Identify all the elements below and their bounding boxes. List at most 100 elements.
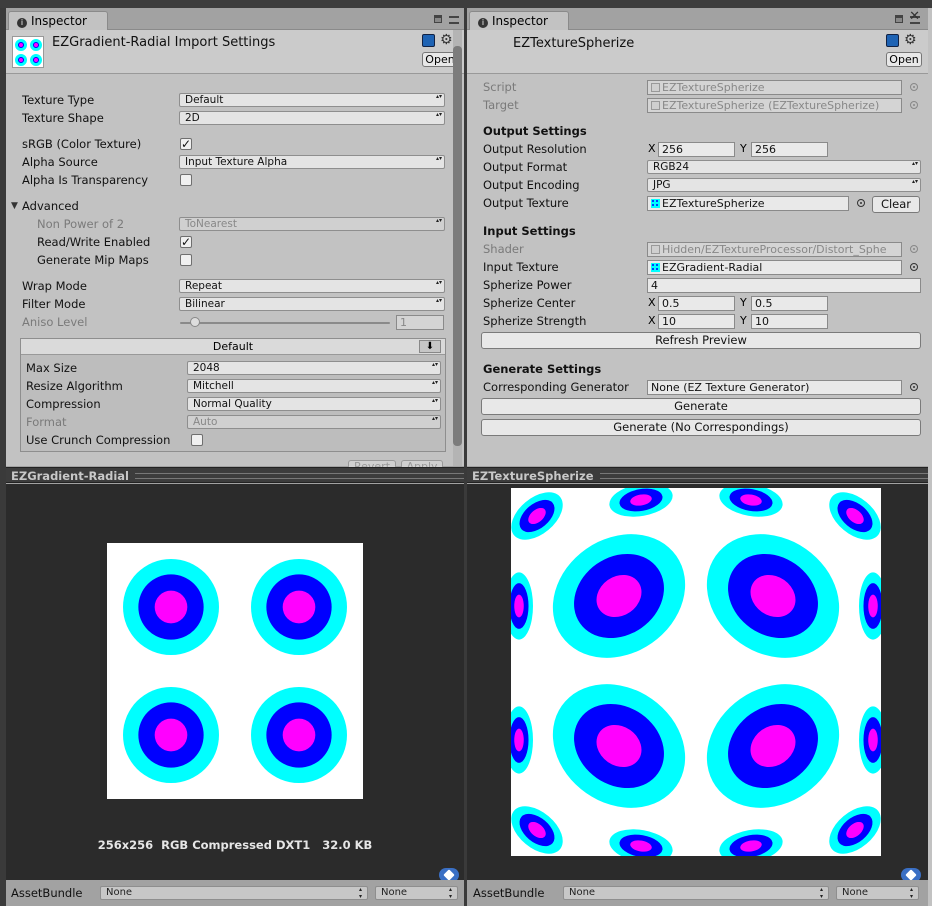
texture-type-dropdown[interactable]: Default	[179, 93, 445, 107]
spherize-center-x-input[interactable]: 0.5	[658, 296, 735, 311]
corresponding-generator-field[interactable]: None (EZ Texture Generator)	[647, 380, 902, 395]
generate-no-correspondings-button[interactable]: Generate (No Correspondings)	[481, 419, 921, 436]
ring-inner	[868, 594, 878, 618]
spherize-center-y-input[interactable]: 0.5	[751, 296, 828, 311]
refresh-preview-button[interactable]: Refresh Preview	[481, 332, 921, 349]
target-value: EZTextureSpherize (EZTextureSpherize)	[662, 99, 880, 112]
output-texture-field[interactable]: EZTextureSpherize	[647, 196, 849, 211]
left-inspector-tab[interactable]: i Inspector	[8, 11, 108, 30]
left-scrollbar[interactable]	[453, 30, 462, 466]
crunch-checkbox[interactable]	[191, 434, 203, 446]
filter-mode-label: Filter Mode	[22, 297, 86, 311]
wrap-mode-label: Wrap Mode	[22, 279, 87, 293]
texture-info-text: 256x256 RGB Compressed DXT1 32.0 KB	[97, 838, 373, 852]
input-texture-row: Input Texture EZGradient-Radial	[467, 259, 928, 275]
right-preview-header[interactable]: EZTextureSpherize	[467, 467, 928, 483]
alpha-transparency-checkbox[interactable]	[180, 174, 192, 186]
resize-algorithm-dropdown[interactable]: Mitchell	[187, 379, 441, 393]
filter-mode-row: Filter Mode Bilinear	[6, 296, 464, 312]
assetbundle-variant-dropdown[interactable]: None	[375, 886, 458, 900]
y-label: Y	[740, 314, 747, 327]
read-write-checkbox[interactable]	[180, 236, 192, 248]
compression-dropdown[interactable]: Normal Quality	[187, 397, 441, 411]
right-inspector-panel: i Inspector ✕ EZTextureSpherize ⚙ Open Sc…	[467, 8, 928, 906]
info-icon: i	[17, 18, 27, 28]
input-texture-label: Input Texture	[483, 260, 559, 274]
spherize-power-label: Spherize Power	[483, 278, 572, 292]
left-preview-header[interactable]: EZGradient-Radial	[6, 467, 464, 483]
download-icon[interactable]: ⬇	[419, 340, 441, 353]
tab-label: Inspector	[492, 14, 548, 28]
foldout-arrow-icon[interactable]: ▼	[11, 198, 18, 214]
shader-value: Hidden/EZTextureProcessor/Distort_Sphe	[662, 243, 887, 256]
left-scrollbar-thumb[interactable]	[453, 46, 462, 446]
output-format-dropdown[interactable]: RGB24	[647, 160, 921, 174]
srgb-row: sRGB (Color Texture)	[6, 136, 464, 152]
aniso-level-field: 1	[396, 315, 444, 330]
help-book-icon[interactable]	[886, 34, 899, 47]
x-label: X	[648, 142, 656, 155]
resize-algorithm-label: Resize Algorithm	[26, 379, 123, 393]
generator-picker-icon[interactable]	[910, 383, 918, 391]
texture-shape-dropdown[interactable]: 2D	[179, 111, 445, 125]
filter-mode-dropdown[interactable]: Bilinear	[179, 297, 445, 311]
output-texture-row: Output Texture EZTextureSpherize Clear	[467, 195, 928, 214]
ring-inner	[154, 590, 188, 624]
shader-icon	[651, 245, 660, 254]
right-inspector-tab[interactable]: i Inspector	[469, 11, 569, 30]
spherize-strength-row: Spherize Strength X 10 Y 10	[467, 313, 928, 329]
input-texture-picker-icon[interactable]	[910, 263, 918, 271]
corresponding-generator-label: Corresponding Generator	[483, 380, 629, 394]
platform-tab-default[interactable]: Default ⬇	[21, 339, 445, 355]
script-label: Script	[483, 80, 517, 94]
header-buttons: ⚙	[886, 32, 920, 48]
target-label: Target	[483, 98, 519, 112]
help-book-icon[interactable]	[422, 34, 435, 47]
corresponding-generator-row: Corresponding Generator None (EZ Texture…	[467, 379, 928, 395]
srgb-checkbox[interactable]	[180, 138, 192, 150]
assetbundle-name-dropdown[interactable]: None	[563, 886, 829, 900]
spherize-strength-y-input[interactable]: 10	[751, 314, 828, 329]
tab-label: Inspector	[31, 14, 87, 28]
output-texture-picker-icon[interactable]	[857, 199, 865, 207]
resize-grip[interactable]	[599, 473, 928, 479]
output-resolution-y-input[interactable]: 256	[751, 142, 828, 157]
right-assetbundle-footer: AssetBundle None None	[467, 880, 928, 906]
resize-grip[interactable]	[135, 473, 464, 479]
mip-maps-row: Generate Mip Maps	[6, 252, 464, 268]
info-icon: i	[478, 18, 488, 28]
clear-button[interactable]: Clear	[872, 196, 920, 213]
page-title: EZTextureSpherize	[513, 36, 635, 51]
spherize-strength-x-input[interactable]: 10	[658, 314, 735, 329]
max-size-dropdown[interactable]: 2048	[187, 361, 441, 375]
lock-icon[interactable]	[895, 15, 903, 23]
output-encoding-dropdown[interactable]: JPG	[647, 178, 921, 192]
target-row: Target EZTextureSpherize (EZTextureSpher…	[467, 97, 928, 113]
input-texture-field[interactable]: EZGradient-Radial	[647, 260, 902, 275]
output-texture-value: EZTextureSpherize	[662, 197, 765, 210]
alpha-transparency-row: Alpha Is Transparency	[6, 172, 464, 188]
right-tab-bar: i Inspector ✕	[467, 8, 928, 30]
crunch-label: Use Crunch Compression	[26, 433, 171, 447]
assetbundle-variant-dropdown[interactable]: None	[836, 886, 919, 900]
generate-button[interactable]: Generate	[481, 398, 921, 415]
wrap-mode-dropdown[interactable]: Repeat	[179, 279, 445, 293]
assetbundle-label: AssetBundle	[11, 886, 83, 900]
lock-icon[interactable]	[434, 15, 442, 23]
spherize-power-input[interactable]: 4	[647, 278, 921, 293]
alpha-source-dropdown[interactable]: Input Texture Alpha	[179, 155, 445, 169]
assetbundle-name-dropdown[interactable]: None	[100, 886, 368, 900]
output-resolution-x-input[interactable]: 256	[658, 142, 735, 157]
gear-icon[interactable]: ⚙	[904, 32, 917, 48]
compression-label: Compression	[26, 397, 101, 411]
gear-icon[interactable]: ⚙	[440, 32, 453, 48]
mip-maps-checkbox[interactable]	[180, 254, 192, 266]
output-format-label: Output Format	[483, 160, 568, 174]
script-field: EZTextureSpherize	[647, 80, 902, 95]
menu-icon[interactable]	[449, 16, 459, 24]
advanced-foldout[interactable]: ▼ Advanced	[6, 198, 464, 214]
open-button[interactable]: Open	[886, 52, 922, 67]
output-encoding-row: Output Encoding JPG	[467, 177, 928, 193]
close-icon[interactable]: ✕	[909, 9, 920, 24]
script-value: EZTextureSpherize	[662, 81, 765, 94]
